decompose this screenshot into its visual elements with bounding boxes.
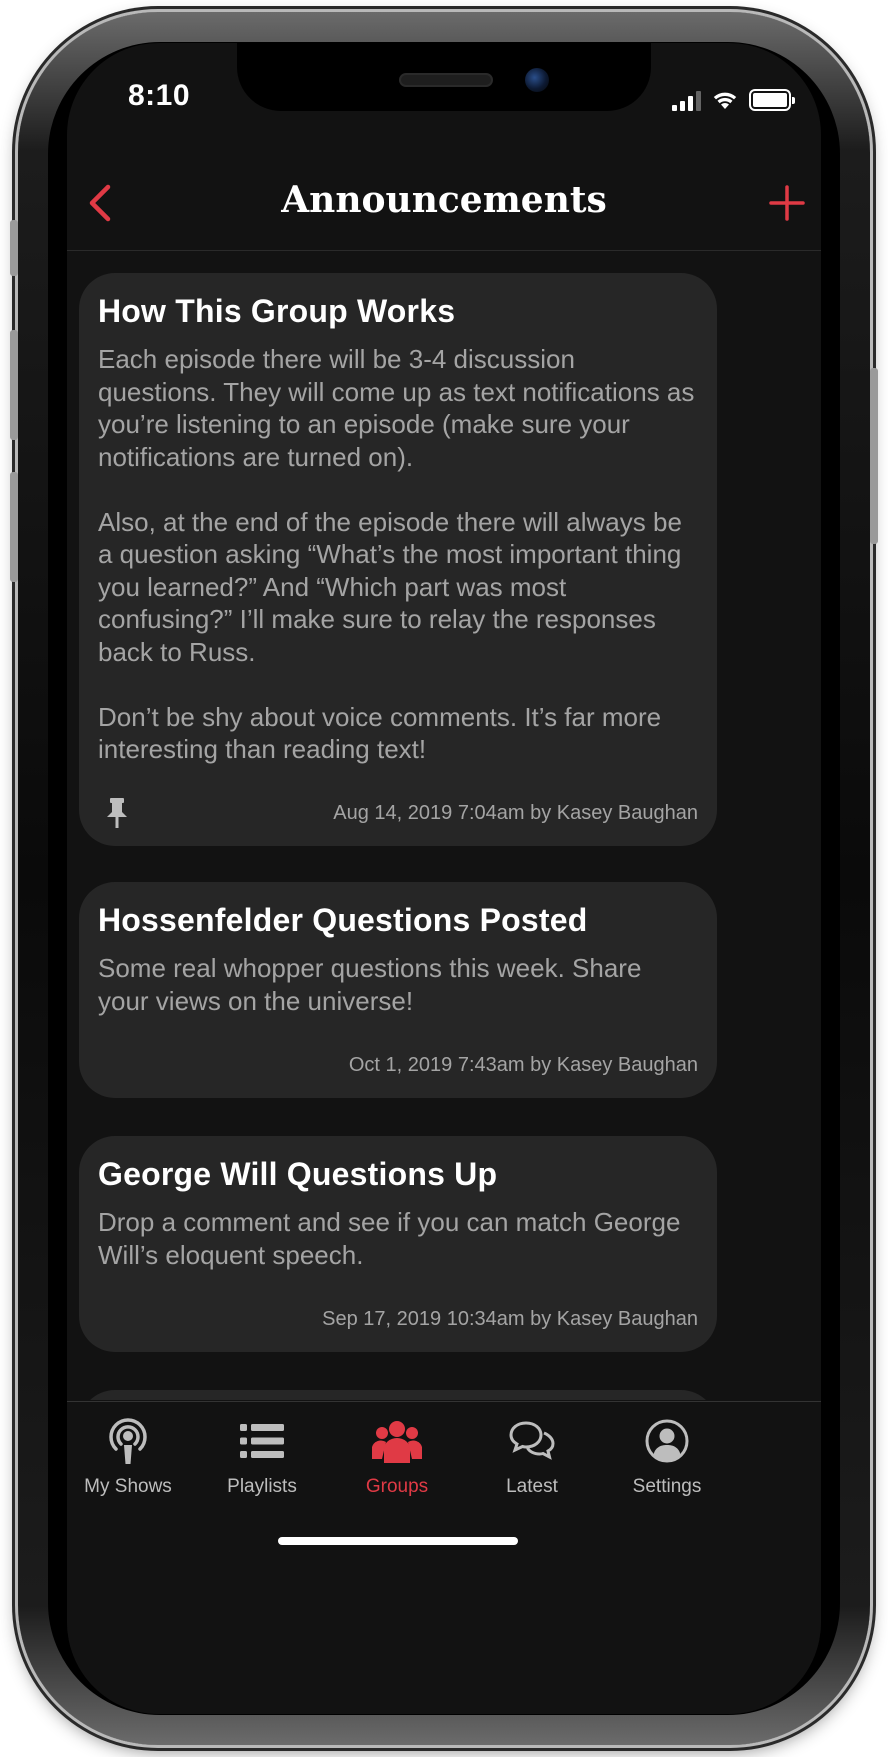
app-screen: 8:10 Announcements How This Group Works … <box>67 43 821 1714</box>
front-camera <box>525 68 549 92</box>
silent-switch <box>10 220 18 276</box>
announcement-title: How This Group Works <box>98 293 456 329</box>
user-circle-icon <box>645 1419 689 1463</box>
battery-icon <box>749 89 795 111</box>
tab-groups[interactable]: Groups <box>332 1416 462 1498</box>
navigation-bar: Announcements <box>67 153 821 251</box>
group-icon <box>372 1421 422 1463</box>
announcement-title: Hossenfelder Questions Posted <box>98 902 588 938</box>
page-title: Announcements <box>281 179 607 221</box>
volume-up-button <box>10 330 18 440</box>
home-indicator[interactable] <box>278 1537 518 1545</box>
announcement-body: Drop a comment and see if you can match … <box>98 1207 681 1270</box>
announcement-meta: Aug 14, 2019 7:04am by Kasey Baughan <box>333 802 698 824</box>
podcast-icon <box>109 1418 147 1464</box>
list-icon <box>240 1424 284 1458</box>
announcement-footer: Oct 1, 2019 7:43am by Kasey Baughan <box>98 1049 698 1081</box>
tab-label: Playlists <box>227 1476 297 1497</box>
announcement-meta: Sep 17, 2019 10:34am by Kasey Baughan <box>322 1308 698 1330</box>
status-icons <box>672 85 795 111</box>
add-announcement-button[interactable] <box>763 179 811 227</box>
volume-down-button <box>10 472 18 582</box>
tab-settings[interactable]: Settings <box>602 1416 732 1498</box>
pin-icon[interactable] <box>104 797 130 829</box>
tab-my-shows[interactable]: My Shows <box>67 1416 193 1498</box>
announcement-meta: Oct 1, 2019 7:43am by Kasey Baughan <box>348 1054 698 1076</box>
announcement-card[interactable]: How This Group Works Each episode there … <box>79 273 717 846</box>
tab-label: Settings <box>632 1476 702 1497</box>
power-button <box>870 368 878 544</box>
speaker-grille <box>399 73 493 87</box>
announcement-body: Some real whopper questions this week. S… <box>98 953 642 1016</box>
cellular-signal-icon <box>672 91 701 111</box>
announcements-list: How This Group Works Each episode there … <box>67 252 821 1400</box>
status-time: 8:10 <box>128 79 191 112</box>
tab-label: My Shows <box>84 1476 172 1497</box>
tab-label: Latest <box>506 1476 558 1497</box>
announcement-card[interactable]: Hossenfelder Questions Posted Some real … <box>79 882 717 1098</box>
announcement-body: Each episode there will be 3-4 discussio… <box>98 344 695 764</box>
tab-bar: My Shows Playlists Groups Latest Setting… <box>67 1401 821 1714</box>
wifi-icon <box>713 92 737 109</box>
tab-latest[interactable]: Latest <box>467 1416 597 1498</box>
notch <box>237 43 651 111</box>
announcement-title: George Will Questions Up <box>98 1156 498 1192</box>
announcement-card[interactable]: George Will Questions Up Drop a comment … <box>79 1136 717 1352</box>
plus-icon <box>769 185 805 221</box>
announcement-footer: Aug 14, 2019 7:04am by Kasey Baughan <box>98 797 698 829</box>
tab-label: Groups <box>365 1476 429 1497</box>
announcement-footer: Sep 17, 2019 10:34am by Kasey Baughan <box>98 1303 698 1335</box>
announcement-card-partial[interactable] <box>79 1390 717 1400</box>
chat-bubbles-icon <box>509 1421 555 1460</box>
tab-playlists[interactable]: Playlists <box>197 1416 327 1498</box>
